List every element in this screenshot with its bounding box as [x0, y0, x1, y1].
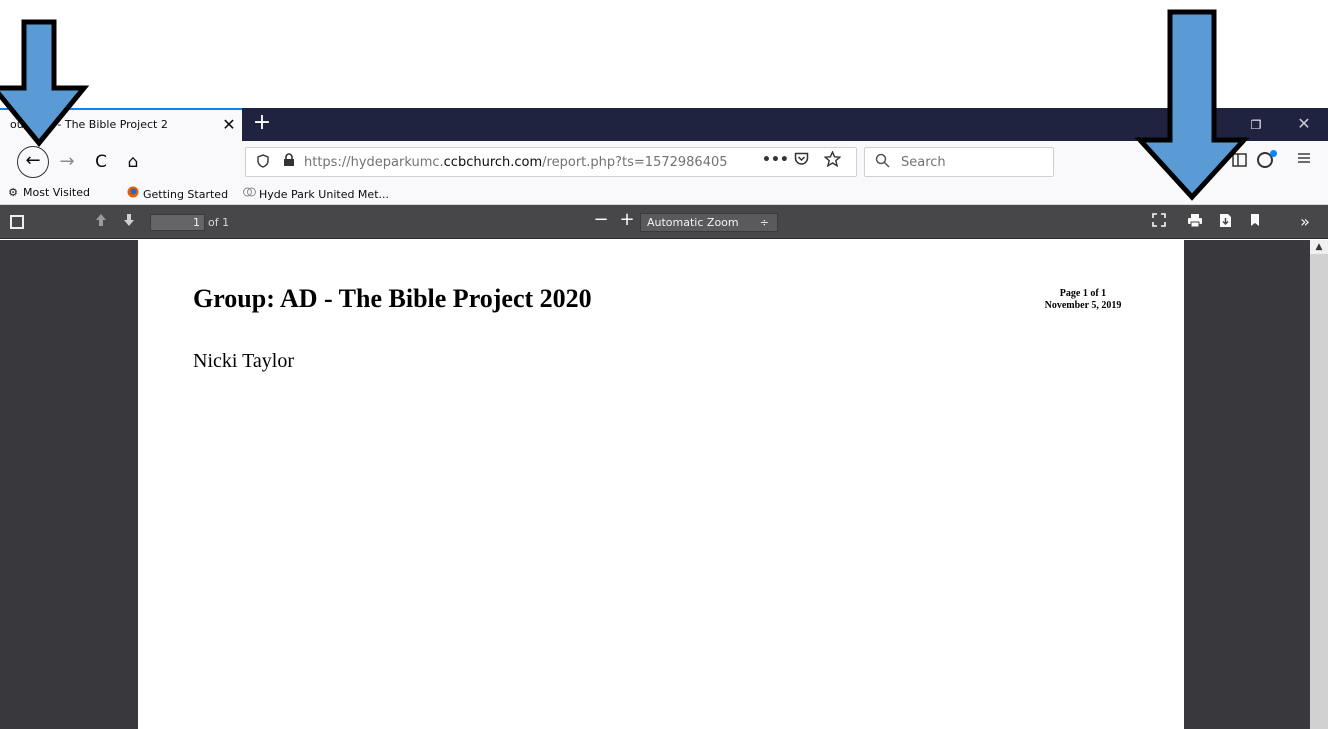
zoom-value: Automatic Zoom [647, 216, 739, 229]
dropdown-caret-icon: ÷ [759, 216, 769, 229]
url-domain: ccbchurch.com [443, 155, 543, 170]
tools-chevron-icon[interactable]: » [1296, 213, 1314, 231]
forward-button[interactable]: → [52, 147, 82, 177]
pdf-bookmark-icon[interactable] [1246, 213, 1264, 231]
vertical-scrollbar[interactable]: ▲ [1310, 240, 1328, 729]
bookmark-getting-started[interactable]: Getting Started [126, 186, 228, 201]
zoom-select[interactable]: Automatic Zoom ÷ [640, 213, 778, 232]
hamburger-menu-icon[interactable] [1297, 149, 1311, 170]
pdf-toolbar: 1 of 1 − + Automatic Zoom ÷ » [0, 205, 1328, 239]
search-placeholder: Search [901, 155, 946, 170]
next-page-icon[interactable] [120, 213, 138, 231]
page-actions-more-icon[interactable]: ••• [762, 152, 789, 168]
bookmark-label: Hyde Park United Met... [259, 188, 389, 201]
bookmark-star-icon[interactable] [823, 150, 842, 171]
url-suffix: /report.php?ts=1572986405 [542, 155, 728, 170]
new-tab-button[interactable]: + [252, 110, 272, 136]
document-date: November 5, 2019 [1044, 300, 1122, 311]
print-icon[interactable] [1186, 213, 1204, 232]
firefox-icon [126, 186, 140, 201]
lock-icon[interactable] [282, 153, 296, 169]
church-icon [242, 186, 256, 201]
tab-close-icon[interactable]: ✕ [220, 115, 238, 135]
notification-dot [1270, 150, 1277, 157]
member-name: Nicki Taylor [193, 350, 294, 372]
document-meta: Page 1 of 1 November 5, 2019 [1018, 288, 1148, 312]
pdf-sidebar-toggle-icon[interactable] [10, 215, 24, 229]
home-button[interactable]: ⌂ [118, 147, 148, 177]
page-label: Page 1 of 1 [1059, 288, 1107, 299]
bookmark-label: Most Visited [23, 186, 90, 199]
previous-page-icon[interactable] [92, 213, 110, 231]
pdf-page: Group: AD - The Bible Project 2020 Page … [138, 240, 1184, 729]
back-button[interactable]: ← [17, 146, 49, 178]
zoom-in-button[interactable]: + [618, 211, 636, 229]
download-icon[interactable] [1216, 213, 1234, 232]
window-close-icon[interactable]: ✕ [1294, 114, 1314, 134]
search-icon [875, 153, 890, 172]
search-bar[interactable]: Search [864, 147, 1054, 177]
page-number-input[interactable]: 1 [150, 214, 205, 231]
screenshot: oup: AD - The Bible Project 2 ✕ + ❐ ✕ ← … [0, 0, 1328, 729]
bookmark-most-visited[interactable]: ⚙ Most Visited [6, 186, 90, 199]
reload-button[interactable]: C [86, 147, 116, 177]
pdf-viewer: Group: AD - The Bible Project 2020 Page … [0, 240, 1328, 729]
tracking-shield-icon[interactable] [256, 154, 270, 170]
bookmarks-toolbar: ⚙ Most Visited Getting Started Hyde Park … [0, 183, 1328, 205]
scroll-up-icon[interactable]: ▲ [1310, 240, 1328, 254]
tab-strip: oup: AD - The Bible Project 2 ✕ + ❐ ✕ [0, 108, 1328, 141]
url-bar[interactable]: https://hydeparkumc.ccbchurch.com/report… [245, 147, 857, 177]
url-text[interactable]: https://hydeparkumc.ccbchurch.com/report… [304, 155, 734, 170]
zoom-out-button[interactable]: − [592, 211, 610, 229]
page-count-label: of 1 [208, 216, 230, 229]
document-title: Group: AD - The Bible Project 2020 [193, 284, 592, 313]
bookmark-hyde-park[interactable]: Hyde Park United Met... [242, 186, 389, 201]
annotation-arrow-back [0, 19, 90, 147]
pocket-icon[interactable] [794, 152, 809, 170]
presentation-mode-icon[interactable] [1150, 213, 1168, 233]
url-prefix: https://hydeparkumc. [304, 155, 444, 170]
bookmark-label: Getting Started [143, 188, 229, 201]
gear-icon: ⚙ [8, 186, 18, 199]
navigation-bar: ← → C ⌂ https://hydeparkumc.ccbchurch.co… [0, 141, 1328, 183]
annotation-arrow-print [1134, 9, 1250, 201]
